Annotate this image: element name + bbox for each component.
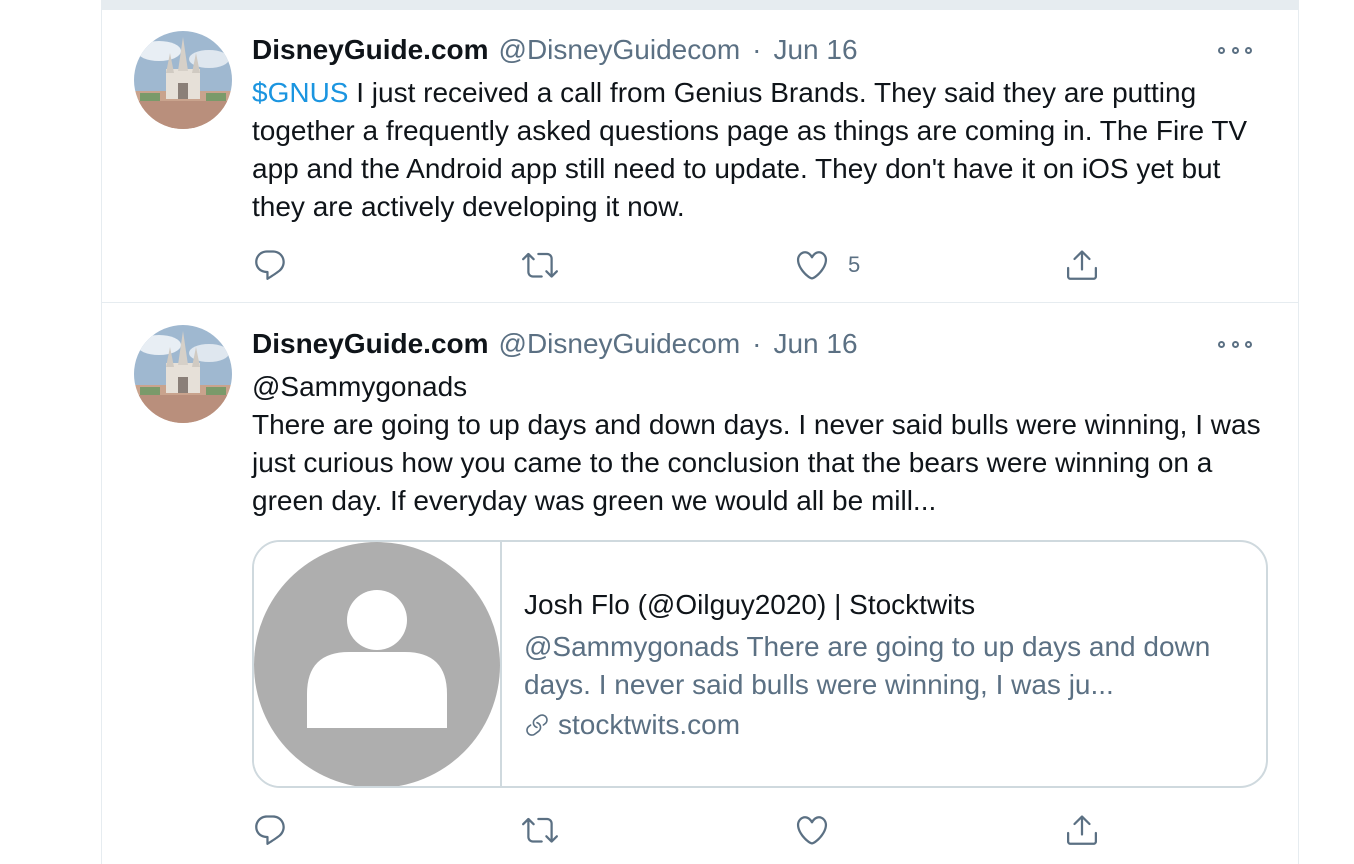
more-options-icon[interactable] [1218, 43, 1252, 57]
mention-line: @Sammygonads [252, 371, 468, 402]
link-card[interactable]: Josh Flo (@Oilguy2020) | Stocktwits @Sam… [252, 540, 1268, 788]
reply-icon [255, 250, 285, 280]
share-icon [1067, 250, 1097, 280]
reply-button[interactable] [252, 245, 288, 285]
user-handle[interactable]: @DisneyGuidecom [499, 326, 741, 362]
retweet-icon [522, 817, 558, 843]
castle-avatar-icon [134, 31, 232, 129]
card-domain-text: stocktwits.com [558, 709, 741, 740]
tweet-body: There are going to up days and down days… [252, 409, 1261, 516]
share-button[interactable] [1064, 810, 1100, 850]
card-title: Josh Flo (@Oilguy2020) | Stocktwits [524, 589, 976, 620]
avatar[interactable] [134, 31, 232, 129]
default-profile-icon [254, 542, 500, 786]
tweet-text: @Sammygonads There are going to up days … [252, 368, 1272, 520]
like-button[interactable]: 5 [794, 245, 860, 285]
avatar[interactable] [134, 325, 232, 423]
like-button[interactable] [794, 810, 830, 850]
tweet[interactable]: DisneyGuide.com @DisneyGuidecom · Jun 16… [102, 304, 1298, 864]
like-icon [796, 816, 828, 845]
tweet-date[interactable]: Jun 16 [773, 32, 857, 68]
timeline: DisneyGuide.com @DisneyGuidecom · Jun 16… [101, 0, 1299, 864]
separator: · [752, 328, 762, 359]
separator: · [752, 34, 762, 65]
like-icon [796, 251, 828, 280]
card-description: @Sammygonads There are going to up days … [524, 631, 1211, 700]
tweet[interactable]: DisneyGuide.com @DisneyGuidecom · Jun 16… [102, 10, 1298, 303]
tweet-text: $GNUS I just received a call from Genius… [252, 74, 1272, 226]
display-name[interactable]: DisneyGuide.com [252, 326, 489, 362]
tweet-date[interactable]: Jun 16 [773, 326, 857, 362]
retweet-button[interactable] [522, 245, 558, 285]
reply-icon [255, 815, 285, 845]
tweet-actions [252, 810, 1122, 850]
display-name[interactable]: DisneyGuide.com [252, 32, 489, 68]
card-text: Josh Flo (@Oilguy2020) | Stocktwits @Sam… [524, 586, 1254, 744]
like-count: 5 [848, 252, 861, 277]
tweet-actions: 5 [252, 245, 1122, 285]
castle-avatar-icon [134, 325, 232, 423]
card-image [254, 542, 502, 786]
tweet-header: DisneyGuide.com @DisneyGuidecom · Jun 16 [252, 32, 858, 68]
link-icon [526, 714, 548, 736]
card-domain: stocktwits.com [524, 706, 1254, 744]
share-icon [1067, 815, 1097, 845]
reply-button[interactable] [252, 810, 288, 850]
timeline-divider [102, 0, 1298, 10]
tweet-header: DisneyGuide.com @DisneyGuidecom · Jun 16 [252, 326, 858, 362]
retweet-icon [522, 252, 558, 278]
user-handle[interactable]: @DisneyGuidecom [499, 32, 741, 68]
share-button[interactable] [1064, 245, 1100, 285]
more-options-icon[interactable] [1218, 337, 1252, 351]
retweet-button[interactable] [522, 810, 558, 850]
tweet-body: I just received a call from Genius Brand… [252, 77, 1248, 222]
cashtag-link[interactable]: $GNUS [252, 77, 348, 108]
